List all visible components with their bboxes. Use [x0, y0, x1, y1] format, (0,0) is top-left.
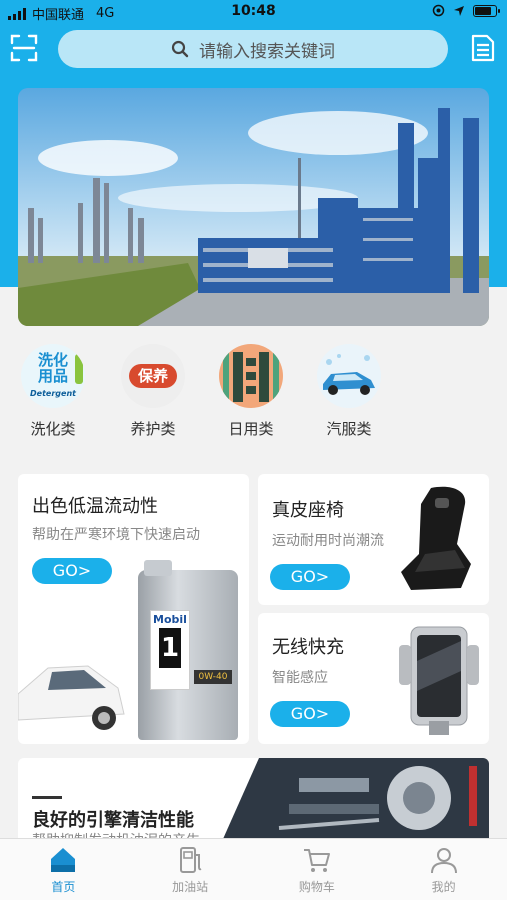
promo-card-oil[interactable]: 出色低温流动性 帮助在严寒环境下快速启动 GO> Mobil 1 0W-40 — [18, 474, 249, 744]
promo-subtitle: 运动耐用时尚潮流 — [272, 533, 384, 549]
search-placeholder: 请输入搜索关键词 — [199, 41, 335, 62]
tab-profile[interactable]: 我的 — [380, 839, 507, 900]
promo-title: 无线快充 — [272, 637, 344, 658]
tab-label: 购物车 — [298, 880, 335, 894]
promo-title: 真皮座椅 — [272, 500, 344, 521]
category-daily-use[interactable]: 日用类 — [216, 344, 286, 439]
fuel-station-icon — [180, 847, 202, 873]
category-label: 洗化类 — [30, 420, 76, 438]
maintenance-icon: 保养 — [121, 344, 185, 408]
clock: 10:48 — [231, 3, 276, 19]
tab-fuel-station[interactable]: 加油站 — [127, 839, 254, 900]
promo-card-seat[interactable]: 真皮座椅 运动耐用时尚潮流 GO> — [258, 474, 489, 605]
battery-icon — [473, 4, 500, 17]
search-icon — [171, 40, 189, 58]
go-button[interactable]: GO> — [270, 701, 350, 727]
tab-label: 加油站 — [172, 880, 209, 894]
category-maintenance[interactable]: 保养 养护类 — [118, 344, 188, 439]
category-car-service[interactable]: 汽服类 — [314, 344, 384, 439]
search-input[interactable]: 请输入搜索关键词 — [58, 30, 448, 68]
category-detergent[interactable]: 洗化 用品 Detergent 洗化类 — [18, 344, 88, 439]
tab-home[interactable]: 首页 — [0, 839, 127, 900]
car-service-icon — [317, 344, 381, 408]
daily-use-icon — [219, 344, 283, 408]
message-list-icon[interactable] — [471, 34, 495, 62]
orientation-lock-icon — [432, 4, 445, 17]
location-icon — [454, 5, 464, 16]
category-row: 洗化 用品 Detergent 洗化类 保养 养护类 日用类 汽服类 — [18, 344, 418, 444]
status-bar: 中国联通 4G 10:48 — [0, 0, 507, 24]
tab-label: 我的 — [431, 880, 456, 894]
category-label: 养护类 — [130, 420, 176, 438]
promo-subtitle: 帮助在严寒环境下快速启动 — [32, 527, 200, 543]
refinery-image — [18, 88, 489, 326]
category-label: 日用类 — [228, 420, 274, 438]
racing-seat-image — [401, 486, 471, 590]
category-label: 汽服类 — [326, 420, 372, 438]
banner-carousel[interactable] — [18, 88, 489, 326]
white-car-image — [18, 665, 125, 730]
promo-card-charger[interactable]: 无线快充 智能感应 GO> — [258, 613, 489, 744]
promo-title: 出色低温流动性 — [32, 496, 158, 517]
promo-title: 良好的引擎清洁性能 — [32, 810, 194, 831]
engine-image — [219, 758, 489, 848]
promo-subtitle: 智能感应 — [272, 670, 328, 686]
oil-bottle-image: Mobil 1 0W-40 — [138, 560, 238, 740]
tab-label: 首页 — [51, 880, 76, 894]
home-icon — [51, 848, 76, 872]
go-button[interactable]: GO> — [270, 564, 350, 590]
go-button[interactable]: GO> — [32, 558, 112, 584]
wireless-charger-image — [399, 626, 479, 735]
scan-icon[interactable] — [10, 34, 38, 62]
cart-icon — [303, 849, 330, 872]
user-icon — [430, 848, 457, 874]
bottom-tab-bar: 首页 加油站 购物车 我的 — [0, 838, 507, 900]
detergent-icon: 洗化 用品 Detergent — [21, 344, 85, 408]
promo-card-engine[interactable]: 良好的引擎清洁性能 帮助抑制发动机油泥的产生 — [18, 758, 489, 848]
tab-cart[interactable]: 购物车 — [254, 839, 381, 900]
